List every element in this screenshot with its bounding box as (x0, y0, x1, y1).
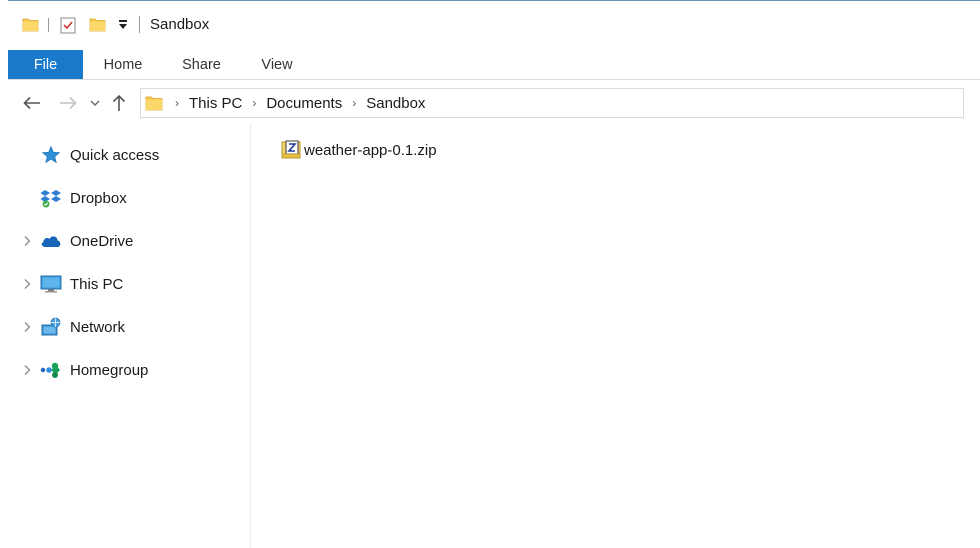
expand-button[interactable] (17, 278, 37, 290)
expand-button[interactable] (17, 321, 37, 333)
nav-item-this-pc[interactable]: This PC (8, 269, 251, 299)
breadcrumb-separator-icon[interactable]: › (169, 96, 185, 110)
folder-icon[interactable] (22, 16, 39, 33)
forward-button[interactable] (50, 88, 86, 118)
address-bar[interactable]: › This PC › Documents › Sandbox (140, 88, 964, 118)
navigation-pane: Quick access Dropbox OneDrive This PC Ne… (8, 123, 251, 548)
back-button[interactable] (14, 88, 50, 118)
nav-item-network[interactable]: Network (8, 312, 251, 342)
up-button[interactable] (104, 88, 134, 118)
dropbox-icon (40, 187, 62, 209)
arrow-left-icon (23, 96, 40, 110)
properties-icon[interactable] (60, 16, 76, 34)
expand-button[interactable] (17, 364, 37, 376)
chevron-right-icon (24, 322, 31, 332)
breadcrumb-separator-icon[interactable]: › (346, 96, 362, 110)
network-icon (40, 316, 62, 338)
title-separator (139, 16, 140, 33)
chevron-right-icon (24, 279, 31, 289)
tab-share[interactable]: Share (163, 50, 240, 79)
expand-button[interactable] (17, 235, 37, 247)
star-icon (40, 144, 62, 166)
cloud-icon (40, 230, 62, 252)
window-title: Sandbox (150, 16, 210, 33)
nav-item-label: This PC (70, 275, 124, 293)
ribbon-tabs: File Home Share View (8, 50, 980, 80)
title-bar: Sandbox (8, 1, 980, 48)
explorer-window: Sandbox File Home Share View › This PC ›… (8, 0, 980, 548)
nav-item-homegroup[interactable]: Homegroup (8, 355, 251, 385)
nav-item-label: Homegroup (70, 361, 149, 379)
navigation-bar: › This PC › Documents › Sandbox (8, 87, 980, 119)
arrow-right-icon (60, 96, 77, 110)
nav-item-label: Network (70, 318, 126, 336)
tab-home[interactable]: Home (83, 50, 163, 79)
tab-view[interactable]: View (240, 50, 314, 79)
computer-icon (40, 273, 62, 295)
chevron-down-icon (90, 100, 100, 106)
new-folder-icon[interactable] (89, 16, 106, 33)
file-item[interactable]: weather-app-0.1.zip (276, 137, 441, 163)
chevron-right-icon (24, 236, 31, 246)
file-list: weather-app-0.1.zip (252, 123, 980, 548)
breadcrumb-documents[interactable]: Documents (262, 95, 346, 112)
nav-item-quick-access[interactable]: Quick access (8, 140, 251, 170)
customize-toolbar-dropdown-icon[interactable] (117, 18, 129, 32)
toolbar-separator (48, 17, 49, 32)
nav-item-label: Dropbox (70, 189, 127, 207)
folder-icon (145, 96, 163, 111)
zip-archive-icon (281, 140, 301, 159)
recent-locations-button[interactable] (86, 88, 104, 118)
arrow-up-icon (112, 94, 126, 111)
nav-item-label: OneDrive (70, 232, 134, 250)
homegroup-icon (40, 359, 62, 381)
chevron-right-icon (24, 365, 31, 375)
breadcrumb-sandbox[interactable]: Sandbox (362, 95, 429, 112)
nav-item-label: Quick access (70, 146, 160, 164)
breadcrumb-separator-icon[interactable]: › (246, 96, 262, 110)
breadcrumb-this-pc[interactable]: This PC (185, 95, 246, 112)
nav-item-onedrive[interactable]: OneDrive (8, 226, 251, 256)
nav-item-dropbox[interactable]: Dropbox (8, 183, 251, 213)
file-name: weather-app-0.1.zip (304, 141, 437, 159)
tab-file[interactable]: File (8, 50, 83, 79)
